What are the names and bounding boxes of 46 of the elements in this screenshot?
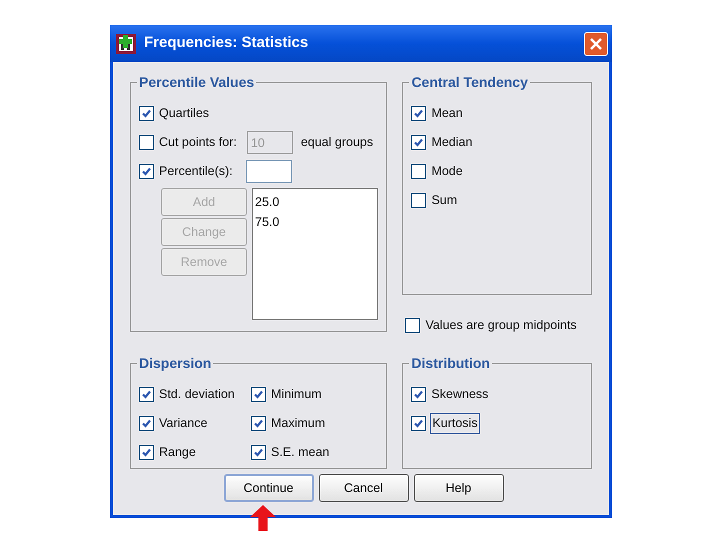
checkbox-label: Mean [431,105,463,122]
checkbox-label: Variance [159,415,208,432]
field-label: equal groups [300,134,374,152]
pointer-arrow-icon [250,505,276,531]
checkbox-label: Std. deviation [159,386,235,404]
checkbox-label: Minimum [271,386,322,404]
checkbox[interactable] [139,164,154,179]
group-title: Dispersion [137,355,214,372]
checkbox-label: Maximum [271,415,326,432]
checkbox-label: Mode [431,163,463,180]
checkbox-label: S.E. mean [271,444,330,462]
checkbox[interactable] [139,416,154,431]
checkbox-label: Kurtosis [431,414,479,433]
checkbox[interactable] [139,387,154,402]
checkbox-label: Skewness [431,386,488,404]
list-box[interactable]: 25.0 75.0 [252,188,378,320]
dialog-button[interactable]: Help [414,474,504,502]
checkbox-label: Range [159,444,196,462]
window-title: Frequencies: Statistics [144,33,310,54]
list-item[interactable]: 75.0 [255,212,280,232]
checkbox[interactable] [411,135,426,150]
app-icon [116,34,136,54]
checkbox[interactable] [411,106,426,121]
checkbox[interactable] [405,318,420,333]
checkbox[interactable] [251,416,266,431]
checkbox[interactable] [251,445,266,460]
checkbox-label: Values are group midpoints [425,317,577,334]
checkbox[interactable] [411,164,426,179]
input-field[interactable] [246,160,292,183]
checkbox[interactable] [139,445,154,460]
dialog-button[interactable]: Continue [224,474,314,502]
close-icon [589,36,603,50]
checkbox[interactable] [251,387,266,402]
close-button[interactable] [584,32,608,56]
checkbox[interactable] [411,387,426,402]
group-title: Central Tendency [409,74,530,91]
checkbox-label: Percentile(s): [159,163,233,180]
checkbox-label: Cut points for: [159,134,237,152]
checkbox[interactable] [411,193,426,208]
checkbox[interactable] [139,106,154,121]
dialog-button[interactable]: Cancel [318,474,408,502]
checkbox[interactable] [411,416,426,431]
checkbox-label: Sum [431,192,458,210]
list-item[interactable]: 25.0 [255,192,280,212]
checkbox-label: Quartiles [159,105,210,122]
checkbox-label: Median [431,134,472,152]
